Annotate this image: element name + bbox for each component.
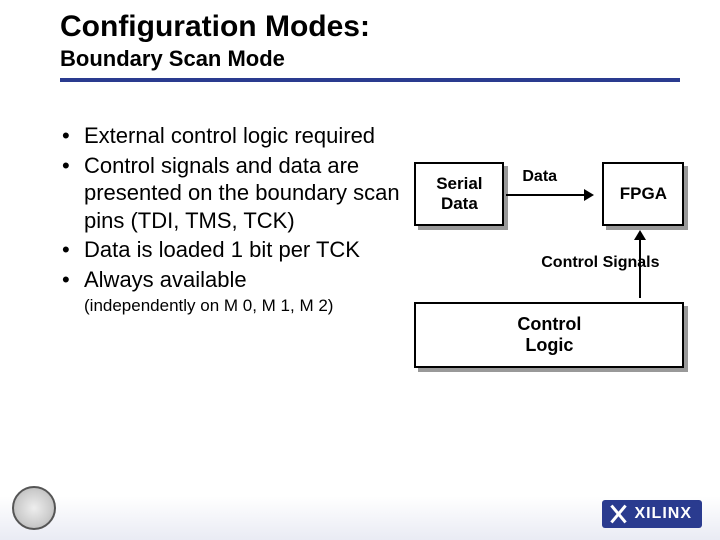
box-serial-data: Serial Data bbox=[414, 162, 504, 226]
x-icon bbox=[608, 504, 628, 524]
arrow-data bbox=[506, 194, 592, 196]
xilinx-logo: XILINX bbox=[602, 500, 702, 528]
box-control-logic-label: Control Logic bbox=[517, 314, 581, 356]
label-data: Data bbox=[522, 168, 557, 186]
diagram: Serial Data FPGA Control Logic Data Cont… bbox=[414, 162, 690, 316]
content-row: External control logic required Control … bbox=[0, 82, 720, 316]
box-control-logic: Control Logic bbox=[414, 302, 684, 368]
bullet-note: (independently on M 0, M 1, M 2) bbox=[60, 295, 414, 316]
bullet-list: External control logic required Control … bbox=[60, 122, 414, 316]
label-control-signals: Control Signals bbox=[530, 254, 670, 272]
slide-title: Configuration Modes: bbox=[0, 10, 720, 44]
bullet-item: Always available bbox=[60, 266, 414, 294]
bullet-item: External control logic required bbox=[60, 122, 414, 150]
slide: Configuration Modes: Boundary Scan Mode … bbox=[0, 0, 720, 540]
brand-text: XILINX bbox=[634, 505, 692, 523]
seal-icon bbox=[12, 486, 56, 530]
bullet-item: Data is loaded 1 bit per TCK bbox=[60, 236, 414, 264]
box-fpga-label: FPGA bbox=[620, 184, 667, 204]
bullet-item: Control signals and data are presented o… bbox=[60, 152, 414, 235]
box-serial-label: Serial Data bbox=[436, 174, 482, 214]
slide-subtitle: Boundary Scan Mode bbox=[0, 44, 720, 78]
box-fpga: FPGA bbox=[602, 162, 684, 226]
